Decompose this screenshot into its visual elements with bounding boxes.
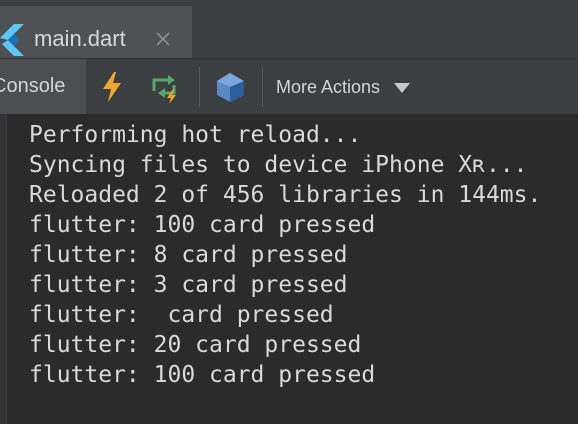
flutter-logo-icon: [0, 24, 24, 56]
console-line: Performing hot reload...: [29, 122, 362, 148]
tab-label: main.dart: [34, 26, 126, 51]
console-line: flutter: 8 card pressed: [29, 242, 348, 268]
console-output[interactable]: Performing hot reload... Syncing files t…: [0, 114, 578, 424]
tab-main-dart[interactable]: main.dart: [0, 6, 192, 58]
console-gutter: [0, 114, 7, 424]
console-line: flutter: card pressed: [29, 302, 334, 328]
editor-tab-bar: main.dart: [0, 0, 578, 58]
console-line: Syncing files to device iPhone Xʀ...: [29, 152, 528, 178]
toolbar-separator: [262, 67, 263, 107]
console-tab[interactable]: Console: [0, 59, 86, 114]
console-line: flutter: 3 card pressed: [29, 272, 348, 298]
console-line: flutter: 20 card pressed: [29, 332, 362, 358]
restart-icon[interactable]: [146, 69, 182, 105]
tab-bar-empty-area: [192, 6, 578, 58]
close-icon[interactable]: [153, 29, 173, 49]
more-actions-label: More Actions: [276, 77, 381, 97]
console-lines: Performing hot reload... Syncing files t…: [29, 120, 541, 390]
dart-devtools-icon[interactable]: [212, 69, 248, 105]
toolbar-separator: [199, 67, 200, 107]
console-line: flutter: 100 card pressed: [29, 212, 376, 238]
console-tab-label: Console: [0, 75, 66, 97]
more-actions-button[interactable]: More Actions: [270, 69, 410, 105]
console-line: flutter: 100 card pressed: [29, 362, 376, 388]
lightning-icon[interactable]: [94, 69, 130, 105]
caret-down-icon: [394, 83, 410, 93]
console-line: Reloaded 2 of 456 libraries in 144ms.: [29, 182, 542, 208]
run-toolbar: Console More Actions: [0, 58, 578, 114]
